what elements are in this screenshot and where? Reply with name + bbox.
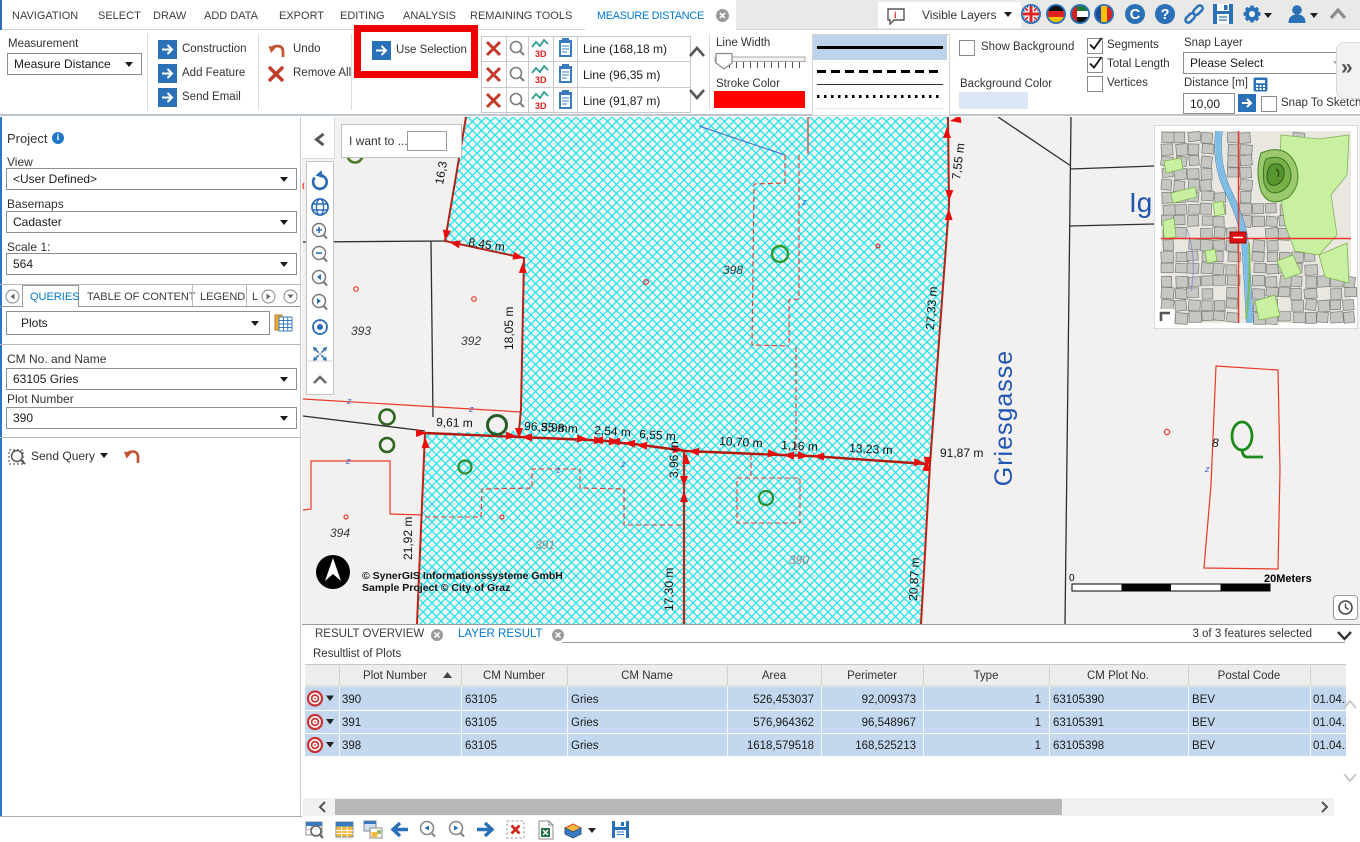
svg-text:1: 1 <box>1035 694 1041 706</box>
svg-text:BEV: BEV <box>1192 740 1215 752</box>
svg-text:92,009373: 92,009373 <box>862 694 916 706</box>
svg-text:96,548967: 96,548967 <box>862 717 916 729</box>
svg-text:63105390: 63105390 <box>1053 694 1104 706</box>
svg-text:391: 391 <box>342 717 361 729</box>
svg-text:63105398: 63105398 <box>1053 740 1104 752</box>
svg-text:CM Number: CM Number <box>483 670 545 682</box>
svg-text:168,525213: 168,525213 <box>855 740 916 752</box>
svg-text:z: z <box>620 459 626 469</box>
svg-text:Perimeter: Perimeter <box>847 670 897 682</box>
svg-text:z: z <box>1204 464 1210 474</box>
svg-text:Line (168,18 m): Line (168,18 m) <box>583 42 667 56</box>
svg-text:18,05 m: 18,05 m <box>502 307 516 350</box>
svg-text:391: 391 <box>535 538 555 552</box>
svg-text:BEV: BEV <box>1192 717 1215 729</box>
svg-text:1,16 m: 1,16 m <box>781 438 818 454</box>
svg-text:9,61 m: 9,61 m <box>436 415 473 430</box>
svg-text:63105: 63105 <box>465 717 497 729</box>
svg-text:390: 390 <box>789 553 809 567</box>
svg-text:20,87 m: 20,87 m <box>906 557 922 601</box>
svg-text:1: 1 <box>1035 717 1041 729</box>
svg-text:Area: Area <box>762 670 787 682</box>
svg-text:CM Name: CM Name <box>621 670 673 682</box>
svg-text:0: 0 <box>1069 573 1075 584</box>
svg-text:7,55 m: 7,55 m <box>949 142 967 180</box>
svg-text:Gries: Gries <box>571 740 599 752</box>
svg-text:C: C <box>1130 7 1141 23</box>
svg-text:Plot Number: Plot Number <box>363 670 427 682</box>
svg-text:17,30 m: 17,30 m <box>662 568 676 611</box>
svg-text:13,23 m: 13,23 m <box>849 441 893 457</box>
svg-text:1618,579518: 1618,579518 <box>747 740 814 752</box>
svg-text:Gries: Gries <box>571 694 599 706</box>
svg-text:Gries: Gries <box>571 717 599 729</box>
svg-text:5,98 m: 5,98 m <box>541 420 578 436</box>
svg-text:16,3: 16,3 <box>432 160 450 186</box>
svg-text:393: 393 <box>351 324 371 338</box>
svg-text:© SynerGIS Informationssysteme: © SynerGIS Informationssysteme GmbH <box>362 570 563 582</box>
svg-text:z: z <box>346 396 352 406</box>
svg-text:390: 390 <box>342 694 361 706</box>
svg-text:Griesgasse: Griesgasse <box>990 350 1018 486</box>
svg-text:91,87 m: 91,87 m <box>940 446 983 460</box>
svg-text:398: 398 <box>723 263 743 277</box>
svg-text:Postal Code: Postal Code <box>1218 670 1281 682</box>
svg-text:6,55 m: 6,55 m <box>639 427 677 444</box>
svg-text:3,96 m: 3,96 m <box>667 441 681 478</box>
svg-text:10,70 m: 10,70 m <box>719 434 763 450</box>
svg-text:z: z <box>468 404 474 414</box>
svg-text:63105391: 63105391 <box>1053 717 1104 729</box>
svg-text:1: 1 <box>1035 740 1041 752</box>
svg-text:392: 392 <box>461 334 481 348</box>
svg-text:z: z <box>555 465 561 475</box>
svg-text:20Meters: 20Meters <box>1264 573 1312 585</box>
svg-text:?: ? <box>1161 7 1170 23</box>
svg-text:Sample Project © City of Graz: Sample Project © City of Graz <box>362 582 510 594</box>
svg-text:z: z <box>801 197 807 207</box>
svg-text:Ig: Ig <box>1129 187 1152 218</box>
svg-text:63105: 63105 <box>465 740 497 752</box>
svg-text:3D: 3D <box>535 49 547 59</box>
svg-text:Line (96,35 m): Line (96,35 m) <box>583 68 660 82</box>
svg-text:21,92 m: 21,92 m <box>401 517 415 560</box>
svg-text:8: 8 <box>1212 436 1219 450</box>
svg-text:Line (91,87 m): Line (91,87 m) <box>583 94 660 108</box>
svg-text:2,54 m: 2,54 m <box>594 423 632 440</box>
svg-text:63105: 63105 <box>465 694 497 706</box>
svg-text:576,964362: 576,964362 <box>753 717 814 729</box>
svg-text:BEV: BEV <box>1192 694 1215 706</box>
svg-text:Type: Type <box>974 670 999 682</box>
svg-text:CM Plot No.: CM Plot No. <box>1087 670 1149 682</box>
svg-text:394: 394 <box>330 526 350 540</box>
svg-text:z: z <box>345 456 351 466</box>
svg-text:526,453037: 526,453037 <box>753 694 814 706</box>
svg-text:398: 398 <box>342 740 361 752</box>
